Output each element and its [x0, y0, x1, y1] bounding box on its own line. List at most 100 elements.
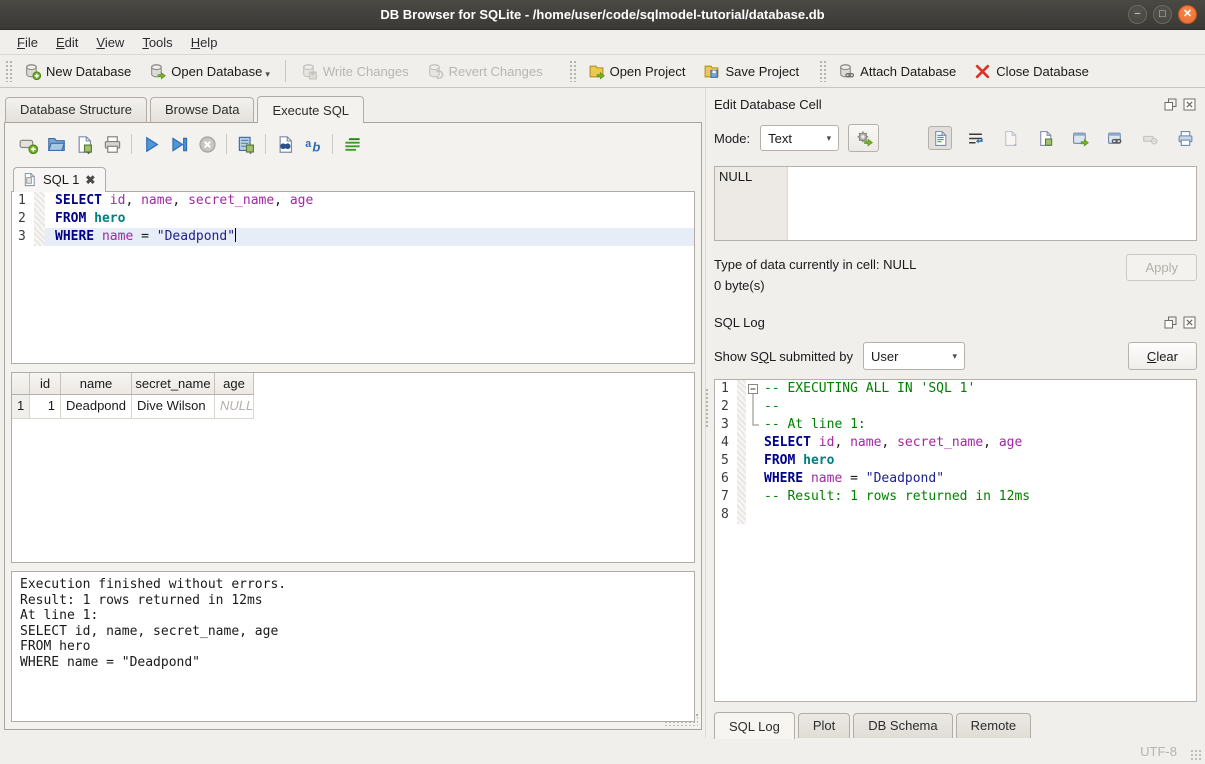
editor-table-splitter[interactable]	[11, 364, 695, 372]
execute-sql-frame: ab SQL 1 ✖ 1SELECT id, name, secret_name…	[4, 122, 702, 730]
tab-browse-data[interactable]: Browse Data	[150, 97, 254, 122]
close-button[interactable]: ✕	[1178, 5, 1197, 24]
close-dock-icon[interactable]	[1182, 97, 1197, 112]
execute-all-icon[interactable]	[138, 131, 164, 157]
tab-remote[interactable]: Remote	[956, 713, 1032, 738]
close-tab-icon[interactable]: ✖	[85, 173, 95, 187]
svg-text:b: b	[312, 139, 320, 153]
chevron-down-icon[interactable]: ▾	[265, 69, 270, 80]
new-sql-tab-icon[interactable]	[15, 131, 41, 157]
menu-help[interactable]: Help	[182, 32, 227, 53]
sql-toolbar: ab	[11, 129, 695, 159]
line-number: 3	[715, 416, 737, 434]
log-filter-select[interactable]: User ▾	[863, 342, 965, 370]
project-open-icon	[588, 63, 605, 80]
open-external-icon[interactable]	[1068, 126, 1092, 150]
fold-margin	[34, 210, 45, 228]
table-cell[interactable]: 1	[30, 395, 61, 419]
open-project-button[interactable]: Open Project	[579, 59, 695, 84]
editor-line[interactable]: 2FROM hero	[12, 210, 694, 228]
menu-file[interactable]: File	[8, 32, 47, 53]
fold-margin	[34, 228, 45, 246]
toolbar-button-label: Close Database	[996, 64, 1089, 79]
save-sql-file-icon[interactable]	[71, 131, 97, 157]
code-text: WHERE name = "Deadpond"	[45, 228, 694, 246]
toolbar-button-label: Revert Changes	[449, 64, 543, 79]
table-corner-header[interactable]	[12, 373, 30, 395]
float-dock-icon[interactable]	[1163, 97, 1178, 112]
fold-marker[interactable]	[746, 380, 761, 398]
set-null-icon[interactable]	[1138, 126, 1162, 150]
menu-view[interactable]: View	[87, 32, 133, 53]
toolbar-button-label: Attach Database	[860, 64, 956, 79]
attach-database-button[interactable]: Attach Database	[829, 59, 965, 84]
tab-database-structure[interactable]: Database Structure	[5, 97, 147, 122]
text-mode-icon[interactable]	[928, 126, 952, 150]
float-dock-icon[interactable]	[1163, 315, 1178, 330]
write-changes-button[interactable]: Write Changes	[292, 59, 418, 84]
print-sql-icon[interactable]	[99, 131, 125, 157]
close-dock-icon[interactable]	[1182, 315, 1197, 330]
resize-grip[interactable]	[1190, 749, 1202, 761]
export-data-icon[interactable]	[1033, 126, 1057, 150]
toggle-results-icon[interactable]	[339, 131, 365, 157]
table-cell[interactable]: Dive Wilson	[132, 395, 215, 419]
fold-marker	[746, 398, 761, 416]
log-line: 1-- EXECUTING ALL IN 'SQL 1'	[715, 380, 1196, 398]
tab-execute-sql[interactable]: Execute SQL	[257, 96, 364, 123]
new-database-button[interactable]: New Database	[15, 59, 140, 84]
auto-format-icon[interactable]: ab	[300, 131, 326, 157]
menu-edit[interactable]: Edit	[47, 32, 87, 53]
cell-content-editor[interactable]: NULL	[714, 166, 1197, 241]
close-database-button[interactable]: Close Database	[965, 59, 1098, 84]
open-sql-file-icon[interactable]	[43, 131, 69, 157]
sql-log-view[interactable]: 1-- EXECUTING ALL IN 'SQL 1'2--3-- At li…	[714, 379, 1197, 702]
column-header-id[interactable]: id	[30, 373, 61, 395]
minimize-button[interactable]: −	[1128, 5, 1147, 24]
sql-editor[interactable]: 1SELECT id, name, secret_name, age2FROM …	[11, 191, 695, 364]
toolbar-drag-handle[interactable]	[5, 60, 12, 82]
status-bar: UTF-8	[0, 738, 1205, 764]
editor-line[interactable]: 3WHERE name = "Deadpond"	[12, 228, 694, 246]
open-database-button[interactable]: Open Database▾	[140, 59, 279, 84]
toolbar-drag-handle[interactable]	[569, 60, 576, 82]
panel-splitter[interactable]	[705, 388, 710, 428]
toolbar-button-label: Open Database	[171, 64, 262, 79]
cell-null-label: NULL	[719, 169, 752, 184]
row-header[interactable]: 1	[12, 395, 30, 419]
word-wrap-icon[interactable]	[963, 126, 987, 150]
fold-margin	[737, 416, 746, 434]
encoding-label: UTF-8	[1140, 744, 1177, 759]
editor-line[interactable]: 1SELECT id, name, secret_name, age	[12, 192, 694, 210]
table-message-splitter[interactable]	[11, 563, 695, 571]
tab-sql-log[interactable]: SQL Log	[714, 712, 795, 739]
column-header-age[interactable]: age	[215, 373, 254, 395]
tab-plot[interactable]: Plot	[798, 713, 850, 738]
maximize-button[interactable]: □	[1153, 5, 1172, 24]
sql-editor-tab[interactable]: SQL 1 ✖	[13, 167, 106, 192]
save-results-icon[interactable]	[233, 131, 259, 157]
toolbar-separator	[265, 134, 266, 154]
database-revert-icon	[427, 63, 444, 80]
execute-current-line-icon[interactable]	[166, 131, 192, 157]
clear-log-button[interactable]: Clear	[1128, 342, 1197, 370]
column-header-secret_name[interactable]: secret_name	[132, 373, 215, 395]
copy-link-icon[interactable]	[1103, 126, 1127, 150]
find-replace-icon[interactable]	[272, 131, 298, 157]
table-cell[interactable]: NULL	[215, 395, 254, 419]
table-cell[interactable]: Deadpond	[61, 395, 132, 419]
print-cell-icon[interactable]	[1173, 126, 1197, 150]
revert-changes-button[interactable]: Revert Changes	[418, 59, 552, 84]
menu-tools[interactable]: Tools	[133, 32, 181, 53]
import-data-icon[interactable]	[998, 126, 1022, 150]
stop-execution-icon[interactable]	[194, 131, 220, 157]
toolbar-drag-handle[interactable]	[819, 60, 826, 82]
save-project-button[interactable]: Save Project	[694, 59, 808, 84]
tab-db-schema[interactable]: DB Schema	[853, 713, 952, 738]
apply-button[interactable]: Apply	[1126, 254, 1197, 281]
column-header-name[interactable]: name	[61, 373, 132, 395]
mode-select[interactable]: Text ▾	[760, 125, 839, 151]
auto-apply-button[interactable]	[848, 124, 879, 152]
text-cursor	[235, 228, 236, 242]
results-table[interactable]: idnamesecret_nameage11DeadpondDive Wilso…	[11, 372, 695, 563]
